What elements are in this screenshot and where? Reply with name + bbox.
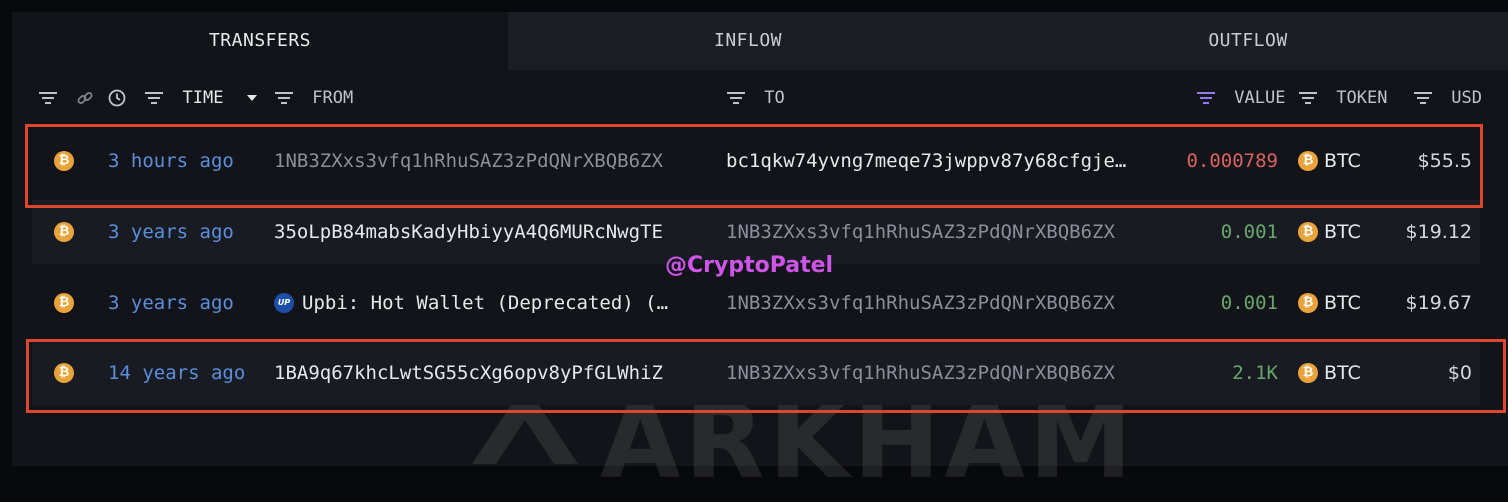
- header-to-label: TO: [764, 88, 785, 108]
- filter-icon[interactable]: [144, 90, 164, 106]
- link-icon[interactable]: [76, 89, 94, 107]
- row-usd: $19.12: [1405, 221, 1472, 243]
- header-token[interactable]: TOKEN: [1298, 85, 1387, 111]
- bitcoin-icon: ₿: [54, 293, 74, 313]
- row-value: 0.001: [1220, 292, 1278, 314]
- cryptopatel-watermark: @CryptoPatel: [665, 253, 834, 278]
- row-time[interactable]: 3 years ago: [108, 217, 234, 247]
- filter-active-icon[interactable]: [1196, 90, 1216, 106]
- filter-icon[interactable]: [38, 90, 58, 106]
- header-to[interactable]: TO: [726, 85, 785, 111]
- table-row[interactable]: ₿ 3 years ago UP Upbi: Hot Wallet (Depre…: [32, 271, 1480, 335]
- bitcoin-icon: ₿: [54, 222, 74, 242]
- filter-icon[interactable]: [726, 90, 746, 106]
- header-from-label: FROM: [312, 88, 354, 108]
- row-to-address[interactable]: 1NB3ZXxs3vfq1hRhuSAZ3zPdQNrXBQB6ZX: [726, 217, 1158, 247]
- header-usd-label: USD: [1451, 88, 1482, 108]
- header-filter-controls: [38, 85, 94, 111]
- clock-icon: [108, 89, 126, 107]
- header-token-label: TOKEN: [1336, 88, 1388, 108]
- highlight-box: [26, 339, 1506, 413]
- header-value-label: VALUE: [1234, 88, 1286, 108]
- row-from-address[interactable]: 35oLpB84mabsKadyHbiyyA4Q6MURcNwgTE: [274, 217, 704, 247]
- header-time[interactable]: TIME: [108, 85, 258, 111]
- header-usd[interactable]: USD: [1413, 85, 1482, 111]
- upbit-icon: UP: [274, 293, 294, 313]
- row-value: 0.001: [1220, 221, 1278, 243]
- filter-icon[interactable]: [1413, 90, 1433, 106]
- header-time-label: TIME: [182, 88, 224, 108]
- bitcoin-icon: ₿: [1298, 222, 1318, 242]
- row-to-address[interactable]: 1NB3ZXxs3vfq1hRhuSAZ3zPdQNrXBQB6ZX: [726, 288, 1158, 318]
- filter-icon[interactable]: [274, 90, 294, 106]
- highlight-box: [25, 124, 1483, 208]
- row-usd: $19.67: [1405, 292, 1472, 314]
- bitcoin-icon: ₿: [1298, 293, 1318, 313]
- caret-down-icon[interactable]: [246, 94, 258, 102]
- tab-inflow[interactable]: INFLOW: [508, 12, 988, 70]
- tab-transfers[interactable]: TRANSFERS: [12, 12, 508, 70]
- row-from-entity[interactable]: Upbi: Hot Wallet (Deprecated) (…: [302, 288, 706, 318]
- row-token[interactable]: BTC: [1324, 288, 1361, 318]
- tab-outflow[interactable]: OUTFLOW: [988, 12, 1508, 70]
- filter-icon[interactable]: [1298, 90, 1318, 106]
- row-time[interactable]: 3 years ago: [108, 288, 234, 318]
- row-token[interactable]: BTC: [1324, 217, 1361, 247]
- header-value[interactable]: VALUE: [1196, 85, 1285, 111]
- tab-bar: TRANSFERS INFLOW OUTFLOW: [12, 12, 1508, 70]
- header-from[interactable]: FROM: [274, 85, 353, 111]
